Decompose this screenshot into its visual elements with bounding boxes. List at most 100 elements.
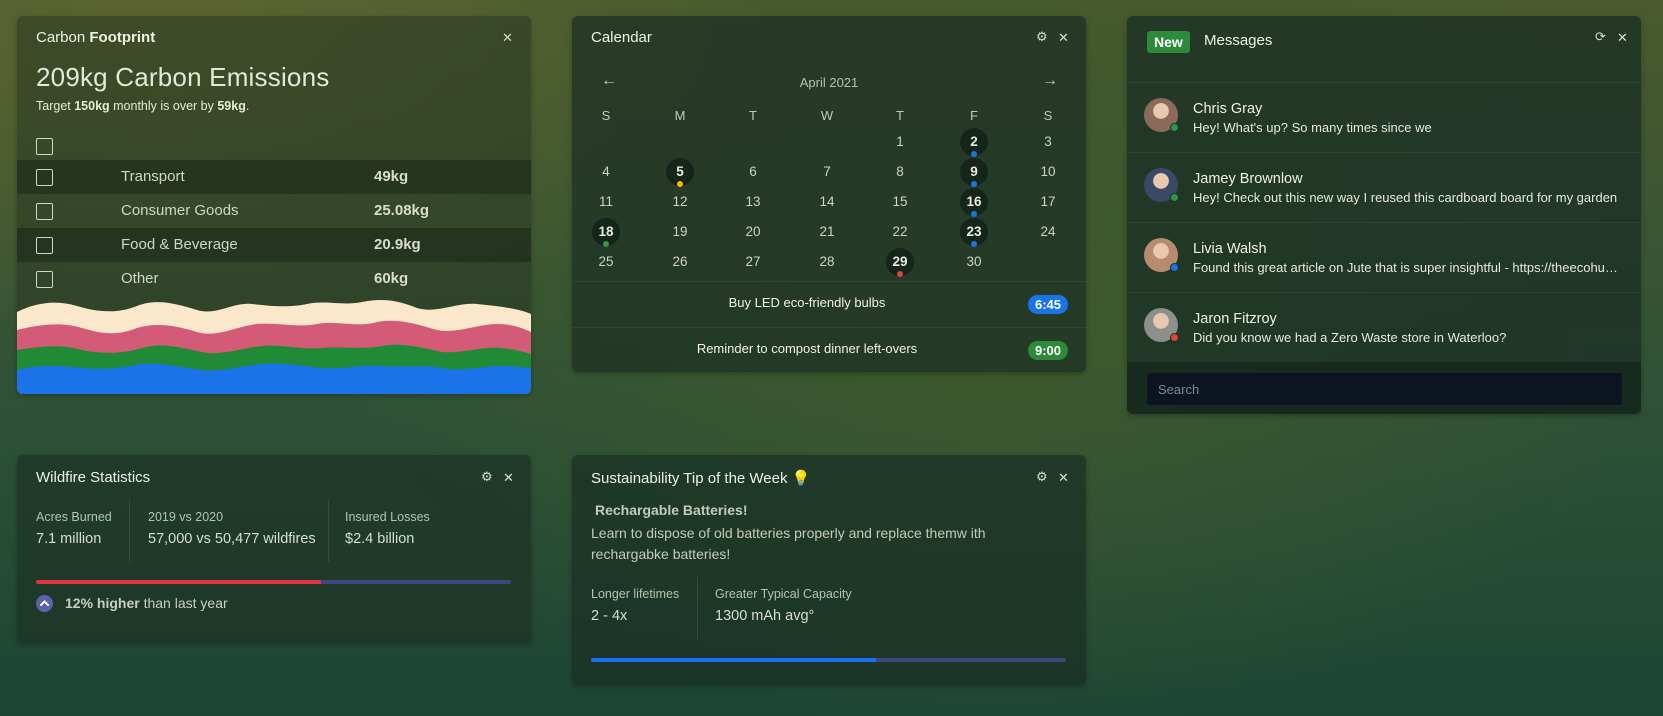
calendar-day[interactable]: 8 [885, 159, 915, 185]
day-number: 7 [823, 164, 831, 179]
calendar-day[interactable]: 29 [885, 248, 915, 277]
calendar-day[interactable]: 18 [591, 218, 621, 247]
stat-label: Acres Burned [36, 510, 112, 524]
category-label: Food & Beverage [121, 236, 238, 253]
status-dot [1170, 333, 1179, 342]
tip-heading: Rechargable Batteries! [595, 502, 748, 518]
title-bold: Footprint [89, 29, 156, 46]
calendar-day[interactable]: 26 [665, 249, 695, 275]
search-input[interactable] [1147, 373, 1622, 405]
progress-bar [36, 580, 511, 584]
status-dot [1170, 123, 1179, 132]
target-line: Target 150kg monthly is over by 59kg. [36, 99, 249, 113]
status-dot [1170, 263, 1179, 272]
event-text: Reminder to compost dinner left-overs [696, 341, 918, 356]
close-icon[interactable]: ✕ [503, 471, 514, 485]
day-number: 6 [749, 164, 757, 179]
calendar-day[interactable]: 4 [591, 159, 621, 185]
emissions-headline: 209kg Carbon Emissions [36, 62, 330, 92]
event-row[interactable]: Buy LED eco-friendly bulbs 6:45 [572, 281, 1086, 327]
day-number: 22 [892, 224, 908, 239]
row-checkbox[interactable] [36, 203, 53, 220]
calendar-day[interactable]: 2 [959, 128, 989, 157]
day-number: 17 [1040, 194, 1056, 209]
calendar-day[interactable]: 5 [665, 158, 695, 187]
calendar-day[interactable]: 20 [738, 219, 768, 245]
calendar-day[interactable]: 14 [812, 189, 842, 215]
message-preview: Found this great article on Jute that is… [1193, 260, 1623, 275]
calendar-day[interactable]: 17 [1033, 189, 1063, 215]
tip-body: Learn to dispose of old batteries proper… [591, 525, 986, 562]
divider [328, 500, 329, 562]
event-time-badge: 9:00 [1027, 341, 1068, 360]
day-number: 1 [896, 134, 904, 149]
new-badge: New [1147, 31, 1190, 53]
carbon-footprint-card: Carbon Footprint ✕ 209kg Carbon Emission… [17, 16, 531, 394]
calendar-day[interactable]: 21 [812, 219, 842, 245]
close-icon[interactable]: ✕ [1617, 31, 1628, 45]
calendar-day[interactable]: 15 [885, 189, 915, 215]
calendar-grid: 1 2 3 4 5 6 7 8 9 10 11 12 13 14 15 16 17 18 19 20 21 22 23 24 2… [572, 16, 1086, 277]
day-number: 21 [819, 224, 835, 239]
day-number: 16 [966, 194, 982, 209]
calendar-day[interactable]: 6 [738, 159, 768, 185]
change-rest: than last year [139, 595, 228, 611]
event-row[interactable]: Reminder to compost dinner left-overs 9:… [572, 327, 1086, 372]
calendar-day[interactable]: 28 [812, 249, 842, 275]
calendar-card: Calendar ⚙ ✕ ← April 2021 → SMTWTFS 1234… [572, 16, 1086, 372]
calendar-day[interactable]: 23 [959, 218, 989, 247]
card-title: Wildfire Statistics [36, 469, 151, 486]
message-item[interactable]: Jamey Brownlow Hey! Check out this new w… [1127, 152, 1641, 222]
row-checkbox[interactable] [36, 169, 53, 186]
target-over: 59kg [217, 99, 246, 113]
calendar-day[interactable]: 10 [1033, 159, 1063, 185]
close-icon[interactable]: ✕ [502, 31, 513, 45]
category-value: 49kg [374, 168, 409, 185]
category-row-other: Other 60kg [17, 262, 531, 296]
calendar-day[interactable]: 12 [665, 189, 695, 215]
change-text: 12% higher than last year [65, 595, 228, 611]
calendar-day[interactable]: 19 [665, 219, 695, 245]
gear-icon[interactable]: ⚙ [481, 470, 493, 484]
stat-value: 1300 mAh avg° [715, 608, 815, 624]
category-row-transport: Transport 49kg [17, 160, 531, 194]
gear-icon[interactable]: ⚙ [1036, 470, 1048, 484]
message-preview: Hey! What's up? So many times since we [1193, 120, 1432, 135]
refresh-icon[interactable]: ⟳ [1595, 30, 1606, 44]
calendar-day[interactable]: 16 [959, 188, 989, 217]
day-number: 24 [1040, 224, 1056, 239]
select-all-checkbox[interactable] [36, 138, 53, 155]
calendar-day[interactable]: 13 [738, 189, 768, 215]
day-number: 5 [676, 164, 684, 179]
calendar-day[interactable]: 3 [1033, 129, 1063, 155]
calendar-day[interactable]: 22 [885, 219, 915, 245]
message-item[interactable]: Jaron Fitzroy Did you know we had a Zero… [1127, 292, 1641, 362]
category-value: 20.9kg [374, 236, 421, 253]
row-checkbox[interactable] [36, 271, 53, 288]
message-item[interactable]: Chris Gray Hey! What's up? So many times… [1127, 82, 1641, 152]
progress-fill [591, 658, 876, 662]
sender-name: Jaron Fitzroy [1193, 311, 1277, 327]
calendar-day[interactable]: 11 [591, 189, 621, 215]
calendar-day[interactable]: 1 [885, 129, 915, 155]
wildfire-statistics-card: Wildfire Statistics ⚙ ✕ Acres Burned 7.1… [17, 455, 531, 643]
calendar-day[interactable]: 30 [959, 249, 989, 275]
calendar-day[interactable]: 27 [738, 249, 768, 275]
message-item[interactable]: Livia Walsh Found this great article on … [1127, 222, 1641, 292]
calendar-day[interactable]: 9 [959, 158, 989, 187]
event-dot [677, 181, 683, 187]
calendar-day[interactable]: 24 [1033, 219, 1063, 245]
event-dot [971, 211, 977, 217]
progress-bar [591, 658, 1066, 662]
day-number: 12 [672, 194, 688, 209]
stat-value: 7.1 million [36, 531, 102, 547]
day-number: 3 [1044, 134, 1052, 149]
calendar-day[interactable]: 7 [812, 159, 842, 185]
close-icon[interactable]: ✕ [1058, 471, 1069, 485]
calendar-day[interactable]: 25 [591, 249, 621, 275]
event-text: Buy LED eco-friendly bulbs [728, 295, 886, 310]
stat-value: 2 - 4x [591, 608, 628, 624]
category-row-food-beverage: Food & Beverage 20.9kg [17, 228, 531, 262]
day-number: 26 [672, 254, 688, 269]
row-checkbox[interactable] [36, 237, 53, 254]
